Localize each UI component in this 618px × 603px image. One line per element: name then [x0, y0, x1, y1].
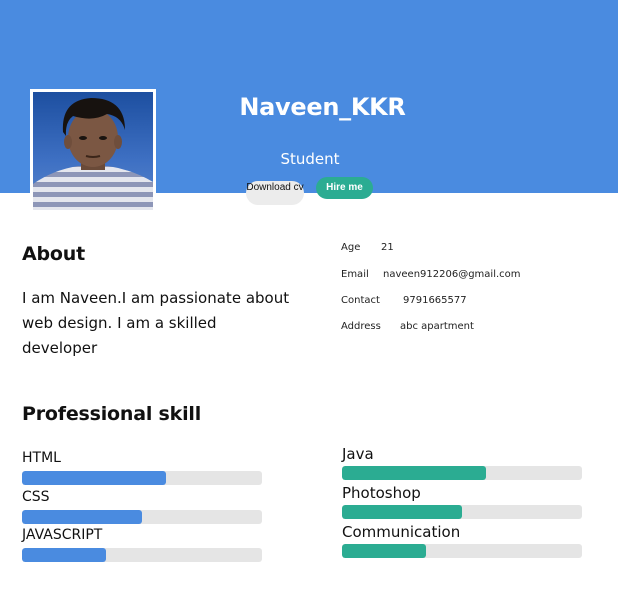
info-email-value: naveen912206@gmail.com	[383, 269, 521, 280]
info-email: Email naveen912206@gmail.com	[341, 269, 521, 280]
profile-photo-image	[33, 92, 153, 210]
skill-photoshop-label: Photoshop	[342, 484, 421, 502]
profile-role: Student	[280, 150, 340, 168]
skill-css-label: CSS	[22, 489, 50, 505]
info-address-value: abc apartment	[400, 321, 474, 332]
profile-photo	[30, 89, 156, 213]
skill-communication-bar	[342, 544, 582, 558]
info-age: Age 21	[341, 242, 394, 253]
skill-java-bar	[342, 466, 582, 480]
skill-communication-label: Communication	[342, 523, 461, 541]
profile-name: Naveen_KKR	[239, 93, 406, 121]
skill-javascript-fill	[22, 548, 106, 562]
info-contact: Contact 9791665577	[341, 295, 467, 306]
skill-java-label: Java	[342, 445, 374, 463]
skill-html-label: HTML	[22, 450, 61, 466]
skill-html-fill	[22, 471, 166, 485]
skill-javascript-bar	[22, 548, 262, 562]
info-email-label: Email	[341, 269, 369, 280]
skill-css-fill	[22, 510, 142, 524]
skill-java-fill	[342, 466, 486, 480]
skill-photoshop-fill	[342, 505, 462, 519]
skill-css-bar	[22, 510, 262, 524]
info-address: Address abc apartment	[341, 321, 474, 332]
skill-photoshop-bar	[342, 505, 582, 519]
info-address-label: Address	[341, 321, 381, 332]
about-heading: About	[22, 243, 85, 265]
info-contact-label: Contact	[341, 295, 380, 306]
info-age-value: 21	[381, 242, 394, 253]
about-text: I am Naveen.I am passionate about web de…	[22, 289, 290, 357]
download-cv-button[interactable]: Download cv	[246, 181, 304, 205]
info-age-label: Age	[341, 242, 361, 253]
hire-me-button[interactable]: Hire me	[316, 177, 373, 199]
profile-page: Naveen_KKR Student Download cv Hire me A…	[0, 0, 618, 603]
skills-heading: Professional skill	[22, 403, 202, 425]
info-contact-value: 9791665577	[403, 295, 467, 306]
skill-javascript-label: JAVASCRIPT	[22, 527, 103, 543]
skill-html-bar	[22, 471, 262, 485]
skill-communication-fill	[342, 544, 426, 558]
